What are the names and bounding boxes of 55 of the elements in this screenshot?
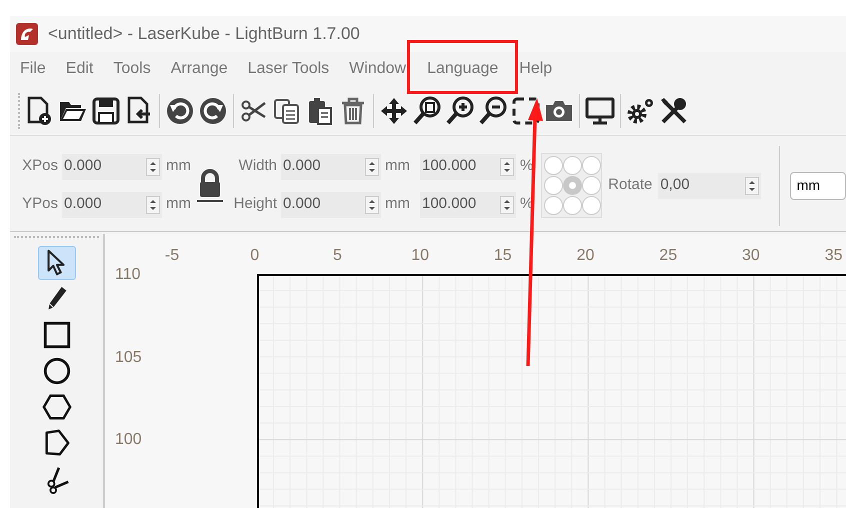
number-field[interactable]: 0.000: [281, 192, 381, 218]
field-label: YPos: [21, 194, 58, 214]
ruler-label: 105: [115, 348, 142, 368]
zoom-out-icon[interactable]: [477, 94, 509, 126]
ruler-label: 110: [115, 265, 141, 285]
number-field[interactable]: 100.000: [420, 154, 516, 180]
tool-button[interactable]: [38, 246, 76, 280]
zoom-in-icon[interactable]: [444, 94, 476, 126]
spin-arrows-icon[interactable]: [146, 196, 160, 214]
field-label: Height: [232, 194, 277, 214]
rotate-label: Rotate: [608, 175, 652, 196]
number-field[interactable]: 0.000: [281, 154, 381, 180]
unit-label: mm: [385, 194, 410, 214]
menu-item[interactable]: Laser Tools: [238, 55, 338, 83]
unit-label: mm: [385, 156, 410, 176]
menu-item[interactable]: Arrange: [162, 55, 237, 83]
spin-arrows-icon[interactable]: [365, 158, 379, 176]
number-field[interactable]: 100.000: [420, 192, 516, 218]
circle-icon: [42, 356, 72, 386]
ruler-label: 100: [115, 430, 142, 450]
app-logo-icon: [16, 23, 38, 45]
window-title: <untitled> - LaserKube - LightBurn 1.7.00: [48, 23, 360, 46]
lock-icon[interactable]: [197, 168, 223, 202]
spin-arrows-icon[interactable]: [500, 196, 514, 214]
spin-arrows-icon[interactable]: [744, 176, 759, 194]
canvas[interactable]: -5 0 5 10 15 20 25 30 35 110 105 100: [105, 234, 846, 508]
ruler-label: 5: [332, 246, 342, 266]
units-dropdown[interactable]: mm: [790, 172, 846, 200]
ruler-label: 35: [824, 246, 842, 266]
monitor-icon[interactable]: [584, 94, 616, 126]
ruler-label: 15: [494, 246, 512, 266]
menu-item[interactable]: Language: [407, 40, 518, 94]
ruler-label: 25: [659, 246, 678, 266]
number-field[interactable]: 0.000: [62, 154, 162, 180]
spin-arrows-icon[interactable]: [500, 158, 514, 176]
field-label: Width: [238, 156, 277, 176]
spin-arrows-icon[interactable]: [146, 158, 160, 176]
menu-item[interactable]: Tools: [104, 55, 160, 83]
dashed-frame-icon[interactable]: [510, 94, 542, 126]
menu-item[interactable]: Edit: [56, 55, 102, 83]
spin-arrows-icon[interactable]: [365, 196, 379, 214]
ruler-label: 0: [250, 246, 260, 266]
zoom-page-icon[interactable]: [411, 94, 443, 126]
unit-label: mm: [166, 156, 191, 176]
ruler-label: 10: [411, 246, 429, 266]
ruler-label: -5: [164, 246, 180, 266]
number-field[interactable]: 0.000: [62, 192, 162, 218]
ruler-label: 30: [742, 246, 760, 266]
hexagon-icon: [42, 392, 72, 422]
square-icon: [42, 320, 72, 350]
ruler-label: 20: [576, 246, 594, 266]
unit-label: mm: [166, 194, 191, 214]
rotate-field[interactable]: 0,00: [658, 172, 761, 198]
field-label: XPos: [21, 156, 58, 176]
menu-item[interactable]: File: [11, 55, 55, 83]
